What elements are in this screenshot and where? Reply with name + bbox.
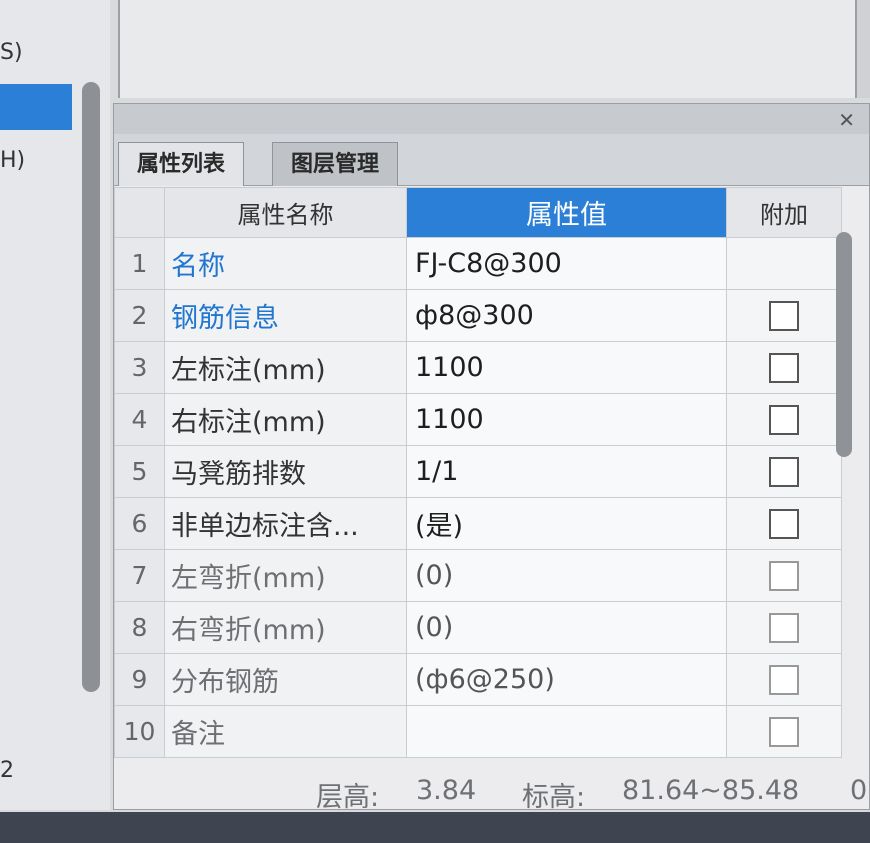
table-row[interactable]: 8 右弯折(mm) (0) — [114, 601, 842, 654]
left-panel-text: H) — [0, 148, 26, 173]
extra-checkbox[interactable] — [769, 405, 799, 436]
property-name: 左标注(mm) — [164, 341, 407, 394]
top-panel-edge — [855, 0, 870, 98]
property-name: 钢筋信息 — [164, 289, 407, 342]
close-icon[interactable]: ✕ — [838, 110, 855, 130]
table-row[interactable]: 1 名称 FJ-C8@300 — [114, 237, 842, 290]
left-panel-text: S) — [0, 40, 23, 65]
property-name: 左弯折(mm) — [164, 549, 407, 602]
row-number: 1 — [114, 237, 165, 290]
table-row[interactable]: 7 左弯折(mm) (0) — [114, 549, 842, 602]
property-name: 马凳筋排数 — [164, 445, 407, 498]
property-extra-cell — [726, 393, 842, 446]
property-value[interactable]: (0) — [406, 601, 727, 654]
extra-checkbox[interactable] — [769, 613, 799, 644]
property-extra-cell — [726, 289, 842, 342]
property-value[interactable]: (0) — [406, 549, 727, 602]
property-grid: 属性名称 属性值 附加 1 名称 FJ-C8@300 2 钢筋信息 ф8@300 3 左标注(… — [114, 187, 842, 758]
extra-checkbox[interactable] — [769, 665, 799, 696]
tab-layer-management[interactable]: 图层管理 — [272, 142, 399, 186]
property-value[interactable]: 1100 — [406, 341, 727, 394]
top-panel — [118, 0, 870, 98]
property-value[interactable]: ф8@300 — [406, 289, 727, 342]
property-grid-scrollbar[interactable] — [836, 232, 852, 457]
property-extra-cell — [726, 445, 842, 498]
extra-checkbox[interactable] — [769, 301, 799, 332]
status-trailing-text: 0 — [850, 775, 868, 806]
left-panel: S) H) 2 — [0, 0, 110, 810]
row-number: 9 — [114, 653, 165, 706]
properties-window: ✕ 属性列表 图层管理 属性名称 属性值 附加 1 名称 FJ-C8@300 2 钢筋信… — [113, 103, 870, 810]
elevation-label: 标高: — [522, 782, 586, 813]
property-value[interactable]: 1/1 — [406, 445, 727, 498]
elevation-value: 81.64~85.48 — [622, 775, 800, 806]
property-name: 非单边标注含... — [164, 497, 407, 550]
table-row[interactable]: 6 非单边标注含... (是) — [114, 497, 842, 550]
table-row[interactable]: 2 钢筋信息 ф8@300 — [114, 289, 842, 342]
extra-checkbox[interactable] — [769, 457, 799, 488]
left-panel-selected-item[interactable] — [0, 84, 72, 130]
column-header-extra[interactable]: 附加 — [726, 187, 842, 238]
property-extra-cell — [726, 549, 842, 602]
property-value[interactable]: (ф6@250) — [406, 653, 727, 706]
property-name: 名称 — [164, 237, 407, 290]
grid-header-row: 属性名称 属性值 附加 — [114, 187, 842, 238]
property-value[interactable]: 1100 — [406, 393, 727, 446]
property-name: 备注 — [164, 705, 407, 758]
property-extra-cell — [726, 237, 842, 290]
grid-corner — [114, 187, 165, 238]
property-extra-cell — [726, 705, 842, 758]
row-number: 2 — [114, 289, 165, 342]
property-extra-cell — [726, 341, 842, 394]
row-number: 10 — [114, 705, 165, 758]
row-number: 5 — [114, 445, 165, 498]
table-row[interactable]: 9 分布钢筋 (ф6@250) — [114, 653, 842, 706]
column-header-name[interactable]: 属性名称 — [164, 187, 407, 238]
property-extra-cell — [726, 653, 842, 706]
row-number: 3 — [114, 341, 165, 394]
table-row[interactable]: 4 右标注(mm) 1100 — [114, 393, 842, 446]
property-name: 右弯折(mm) — [164, 601, 407, 654]
property-value[interactable] — [406, 705, 727, 758]
floor-height-label: 层高: — [316, 782, 380, 813]
row-number: 6 — [114, 497, 165, 550]
extra-checkbox[interactable] — [769, 509, 799, 540]
property-name: 分布钢筋 — [164, 653, 407, 706]
taskbar-strip — [0, 812, 870, 843]
table-row[interactable]: 5 马凳筋排数 1/1 — [114, 445, 842, 498]
row-number: 8 — [114, 601, 165, 654]
property-value[interactable]: (是) — [406, 497, 727, 550]
extra-checkbox[interactable] — [769, 717, 799, 748]
floor-height-value: 3.84 — [416, 775, 477, 806]
table-row[interactable]: 3 左标注(mm) 1100 — [114, 341, 842, 394]
property-value[interactable]: FJ-C8@300 — [406, 237, 727, 290]
row-number: 7 — [114, 549, 165, 602]
property-name: 右标注(mm) — [164, 393, 407, 446]
table-row[interactable]: 10 备注 — [114, 705, 842, 758]
left-panel-scrollbar[interactable] — [82, 82, 100, 692]
tab-bar: 属性列表 图层管理 — [114, 134, 869, 186]
tab-property-list[interactable]: 属性列表 — [118, 142, 245, 186]
status-bar: 层高: 3.84 标高: 81.64~85.48 0 — [0, 765, 870, 813]
extra-checkbox[interactable] — [769, 353, 799, 384]
row-number: 4 — [114, 393, 165, 446]
column-header-value[interactable]: 属性值 — [406, 187, 727, 238]
extra-checkbox[interactable] — [769, 561, 799, 592]
property-extra-cell — [726, 601, 842, 654]
window-title-bar[interactable]: ✕ — [114, 104, 869, 134]
property-extra-cell — [726, 497, 842, 550]
